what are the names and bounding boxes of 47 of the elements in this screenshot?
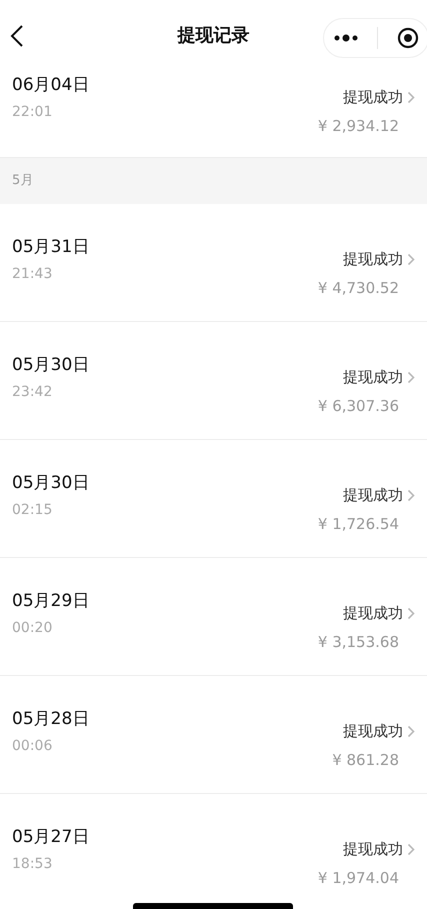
chevron-icon (407, 606, 415, 620)
record-time: 00:20 (12, 620, 52, 636)
record-amount: ¥ 1,726.54 (318, 515, 399, 533)
chevron-icon (407, 724, 415, 738)
record-status: 提现成功 (343, 485, 403, 505)
target-icon (396, 27, 418, 49)
record-time: 18:53 (12, 856, 52, 872)
record-row[interactable]: 05月28日 00:06 提现成功 ¥ 861.28 (0, 676, 427, 794)
record-status: 提现成功 (343, 87, 403, 107)
record-date: 06月04日 (12, 74, 90, 97)
month-label: 5月 (12, 172, 34, 190)
record-status: 提现成功 (343, 839, 403, 859)
record-date: 05月29日 (12, 590, 90, 613)
record-amount: ¥ 3,153.68 (318, 633, 399, 651)
more-icon (334, 34, 358, 42)
record-status: 提现成功 (343, 721, 403, 741)
record-date: 05月31日 (12, 236, 90, 259)
record-date: 05月28日 (12, 708, 90, 731)
record-time: 00:06 (12, 738, 52, 754)
record-date: 05月30日 (12, 472, 90, 495)
record-row[interactable]: 05月31日 21:43 提现成功 ¥ 4,730.52 (0, 204, 427, 322)
chevron-icon (407, 488, 415, 502)
record-status: 提现成功 (343, 603, 403, 623)
record-time: 02:15 (12, 502, 52, 518)
record-status: 提现成功 (343, 249, 403, 269)
record-time: 22:01 (12, 104, 52, 120)
page-title: 提现记录 (178, 24, 250, 48)
record-time: 23:42 (12, 384, 52, 400)
chevron-icon (407, 842, 415, 856)
record-status: 提现成功 (343, 367, 403, 387)
record-amount: ¥ 1,974.04 (318, 869, 399, 887)
record-amount: ¥ 2,934.12 (318, 117, 399, 135)
record-date: 05月30日 (12, 354, 90, 377)
record-date: 05月27日 (12, 826, 90, 849)
close-button[interactable] (396, 27, 418, 49)
record-row[interactable]: 05月30日 02:15 提现成功 ¥ 1,726.54 (0, 440, 427, 558)
record-row[interactable]: 05月29日 00:20 提现成功 ¥ 3,153.68 (0, 558, 427, 676)
record-time: 21:43 (12, 266, 52, 282)
chevron-icon (407, 90, 415, 104)
record-amount: ¥ 4,730.52 (318, 279, 399, 297)
record-amount: ¥ 861.28 (332, 751, 399, 769)
chevron-icon (407, 370, 415, 384)
record-amount: ¥ 6,307.36 (318, 397, 399, 415)
record-row[interactable]: 05月30日 23:42 提现成功 ¥ 6,307.36 (0, 322, 427, 440)
more-button[interactable] (334, 34, 358, 42)
chevron-icon (407, 252, 415, 266)
back-icon (10, 24, 24, 48)
